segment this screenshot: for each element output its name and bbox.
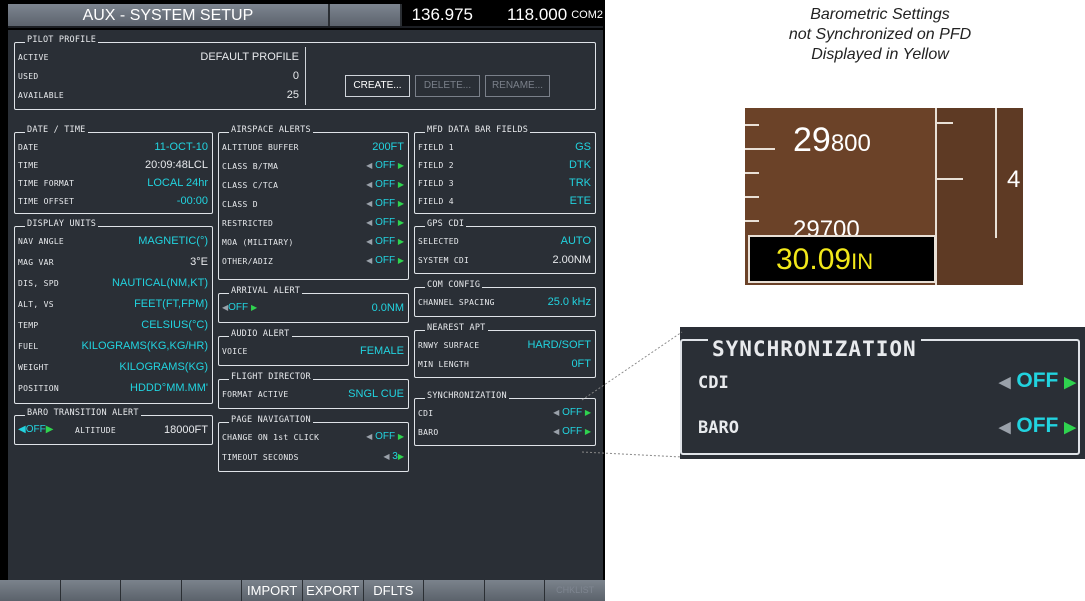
leader-line-bottom (581, 451, 683, 458)
callout-leader-lines (581, 331, 683, 458)
leader-line-top (581, 331, 683, 401)
